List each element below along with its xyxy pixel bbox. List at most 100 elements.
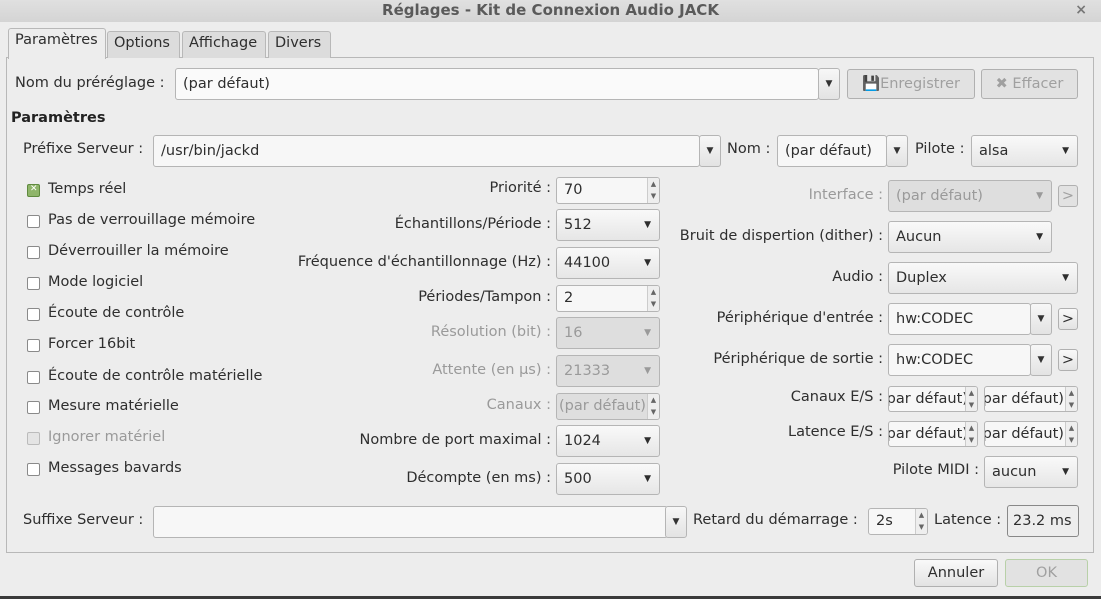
server-suffix-input[interactable] xyxy=(153,506,668,538)
checkbox-realtime[interactable] xyxy=(27,184,40,197)
max-ports-select[interactable]: 1024 ▼ xyxy=(556,425,660,457)
spin-arrows-icon[interactable]: ▲ ▼ xyxy=(965,422,977,446)
ok-button[interactable]: OK xyxy=(1005,559,1088,587)
output-device-label: Périphérique de sortie : xyxy=(713,351,883,367)
checkbox-unlock-memory[interactable] xyxy=(27,246,40,259)
tab-affichage[interactable]: Affichage xyxy=(182,31,266,58)
max-ports-label: Nombre de port maximal : xyxy=(359,432,551,448)
chevron-down-icon: ▼ xyxy=(644,220,651,230)
midi-driver-select[interactable]: aucun ▼ xyxy=(984,456,1078,488)
checkbox-force-16bit[interactable] xyxy=(27,339,40,352)
checkbox-label: Écoute de contrôle xyxy=(48,305,185,321)
cancel-button[interactable]: Annuler xyxy=(914,559,998,587)
checkbox-label: Mesure matérielle xyxy=(48,398,179,414)
spin-arrows-icon[interactable]: ▲ ▼ xyxy=(915,509,927,534)
channels-spinbox[interactable]: (par défaut) ▲ ▼ xyxy=(556,393,660,420)
priority-label: Priorité : xyxy=(489,180,551,196)
chevron-down-icon: ▼ xyxy=(644,328,651,338)
resolution-label: Résolution (bit) : xyxy=(430,324,551,340)
chevron-down-icon: ▼ xyxy=(644,258,651,268)
output-device-input[interactable]: hw:CODEC xyxy=(888,344,1031,376)
spin-arrows-icon[interactable]: ▲ ▼ xyxy=(647,178,659,203)
periods-label: Périodes/Tampon : xyxy=(418,289,551,305)
interface-label: Interface : xyxy=(808,187,883,203)
chevron-down-icon: ▼ xyxy=(1062,146,1069,156)
driver-select[interactable]: alsa ▼ xyxy=(971,135,1078,167)
tab-divers[interactable]: Divers xyxy=(268,31,331,58)
save-preset-button[interactable]: 💾Enregistrer xyxy=(847,69,975,99)
start-delay-spinbox[interactable]: 2s ▲ ▼ xyxy=(868,508,928,535)
sample-rate-select[interactable]: 44100 ▼ xyxy=(556,247,660,279)
timeout-label: Décompte (en ms) : xyxy=(406,470,551,486)
spin-arrows-icon[interactable]: ▲ ▼ xyxy=(1065,387,1077,411)
frames-select[interactable]: 512 ▼ xyxy=(556,209,660,241)
window-title: Réglages - Kit de Connexion Audio JACK xyxy=(382,1,719,19)
resolution-select[interactable]: 16 ▼ xyxy=(556,317,660,349)
checkbox-hw-meter[interactable] xyxy=(27,401,40,414)
server-suffix-dropdown[interactable]: ▼ xyxy=(665,506,687,538)
wait-select[interactable]: 21333 ▼ xyxy=(556,355,660,387)
server-prefix-label: Préfixe Serveur : xyxy=(23,141,144,157)
section-title: Paramètres xyxy=(11,110,106,126)
input-latency-spinbox[interactable]: (par défaut) ▲ ▼ xyxy=(888,421,978,447)
priority-spinbox[interactable]: 70 ▲ ▼ xyxy=(556,177,660,204)
input-device-input[interactable]: hw:CODEC xyxy=(888,303,1031,335)
checkbox-label: Déverrouiller la mémoire xyxy=(48,243,229,259)
checkbox-monitor[interactable] xyxy=(27,308,40,321)
frames-label: Échantillons/Période : xyxy=(394,216,551,232)
checkbox-label: Mode logiciel xyxy=(48,274,144,290)
chevron-down-icon: ▼ xyxy=(1036,191,1043,201)
start-delay-label: Retard du démarrage : xyxy=(693,512,858,528)
checkbox-no-memlock[interactable] xyxy=(27,215,40,228)
chevron-down-icon: ▼ xyxy=(1036,232,1043,242)
output-channels-spinbox[interactable]: (par défaut) ▲ ▼ xyxy=(984,386,1078,412)
output-device-dropdown[interactable]: ▼ xyxy=(1030,344,1052,376)
server-prefix-dropdown[interactable]: ▼ xyxy=(699,135,721,167)
input-channels-spinbox[interactable]: (par défaut) ▲ ▼ xyxy=(888,386,978,412)
midi-driver-label: Pilote MIDI : xyxy=(892,462,979,478)
input-device-more-button[interactable]: > xyxy=(1058,308,1078,330)
output-device-more-button[interactable]: > xyxy=(1058,349,1078,371)
sample-rate-label: Fréquence d'échantillonnage (Hz) : xyxy=(297,254,551,270)
checkbox-ignore-hw[interactable] xyxy=(27,432,40,445)
audio-select[interactable]: Duplex ▼ xyxy=(888,262,1078,294)
chevron-down-icon: ▼ xyxy=(1062,273,1069,283)
chevron-down-icon: ▼ xyxy=(644,436,651,446)
io-latency-label: Latence E/S : xyxy=(787,424,883,440)
preset-input[interactable]: (par défaut) xyxy=(175,68,819,100)
checkbox-label: Temps réel xyxy=(48,181,127,197)
chevron-down-icon: ▼ xyxy=(1062,467,1069,477)
spin-arrows-icon[interactable]: ▲ ▼ xyxy=(965,387,977,411)
checkbox-verbose[interactable] xyxy=(27,463,40,476)
preset-label: Nom du préréglage : xyxy=(15,75,165,91)
output-latency-spinbox[interactable]: (par défaut) ▲ ▼ xyxy=(984,421,1078,447)
dither-select[interactable]: Aucun ▼ xyxy=(888,221,1052,253)
preset-dropdown-button[interactable]: ▼ xyxy=(818,68,840,100)
spin-arrows-icon[interactable]: ▲ ▼ xyxy=(1065,422,1077,446)
delete-preset-button[interactable]: ✖ Effacer xyxy=(981,69,1078,99)
checkbox-label: Messages bavards xyxy=(48,460,182,476)
latency-value: 23.2 ms xyxy=(1007,505,1079,537)
server-prefix-input[interactable]: /usr/bin/jackd xyxy=(153,135,700,167)
io-channels-label: Canaux E/S : xyxy=(790,389,883,405)
name-dropdown[interactable]: ▼ xyxy=(886,135,908,167)
channels-label: Canaux : xyxy=(486,397,551,413)
interface-more-button[interactable]: > xyxy=(1058,185,1078,207)
tab-parametres[interactable]: Paramètres xyxy=(8,28,106,59)
checkbox-soft-mode[interactable] xyxy=(27,277,40,290)
delete-icon: ✖ xyxy=(995,76,1013,92)
tab-options[interactable]: Options xyxy=(107,31,180,58)
settings-dialog: Réglages - Kit de Connexion Audio JACK × … xyxy=(0,0,1101,596)
interface-select[interactable]: (par défaut) ▼ xyxy=(888,180,1052,212)
name-input[interactable]: (par défaut) xyxy=(777,135,887,167)
checkbox-hw-monitor[interactable] xyxy=(27,371,40,384)
close-icon[interactable]: × xyxy=(1075,0,1087,20)
timeout-select[interactable]: 500 ▼ xyxy=(556,463,660,495)
chevron-down-icon: ▼ xyxy=(644,474,651,484)
input-device-dropdown[interactable]: ▼ xyxy=(1030,303,1052,335)
name-label: Nom : xyxy=(727,141,771,157)
periods-spinbox[interactable]: 2 ▲ ▼ xyxy=(556,285,660,312)
save-icon: 💾 xyxy=(862,76,881,92)
spin-arrows-icon[interactable]: ▲ ▼ xyxy=(647,286,659,311)
spin-arrows-icon[interactable]: ▲ ▼ xyxy=(647,394,659,419)
